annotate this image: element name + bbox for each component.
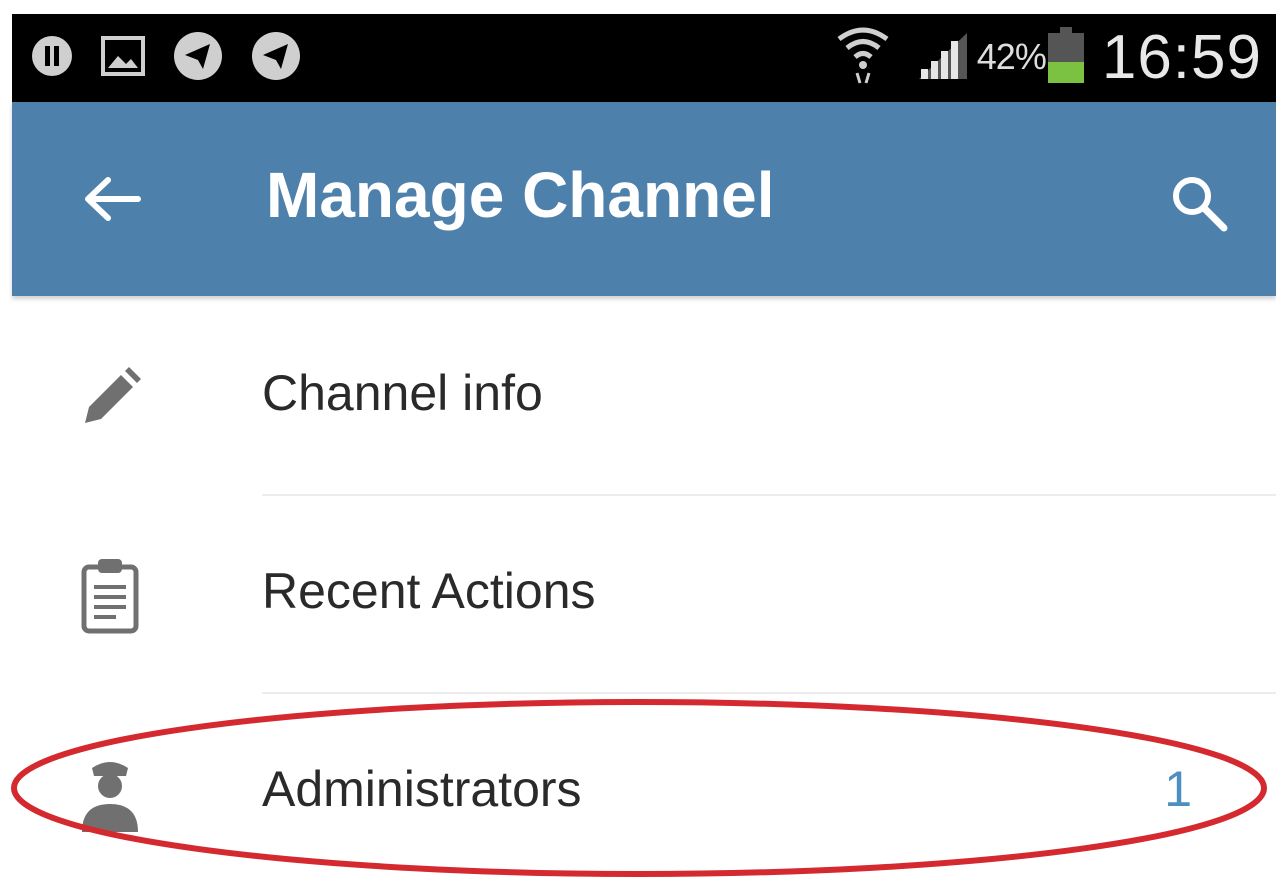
clock: 16:59 [1101,22,1262,92]
wifi-icon [835,25,891,90]
manage-channel-screen: 42% 16:59 Manage Channel Channel info Re… [0,0,1276,882]
page-title: Manage Channel [266,159,775,231]
clipboard-icon [72,556,148,636]
recent-actions-item[interactable]: Recent Actions [12,496,1276,694]
menu-item-label: Administrators [262,761,582,817]
image-icon [100,34,146,83]
status-bar: 42% 16:59 [12,14,1276,102]
battery-percent: 42% [976,36,1047,77]
search-button[interactable] [1160,166,1240,246]
administrators-count: 1 [1164,761,1192,817]
app-bar: Manage Channel [12,102,1276,296]
menu-item-label: Channel info [262,365,543,421]
menu-item-label: Recent Actions [262,563,596,619]
telegram-icon [250,30,302,87]
search-icon [1168,172,1232,241]
channel-info-item[interactable]: Channel info [12,298,1276,496]
administrators-item[interactable]: Administrators 1 [12,694,1276,882]
back-button[interactable] [72,166,152,236]
notification-icons [30,31,302,83]
telegram-icon [172,30,224,87]
battery-icon [1046,25,1086,90]
pencil-icon [72,358,148,438]
pause-circle-icon [30,34,74,83]
system-status: 42% 16:59 [835,22,1262,92]
back-arrow-icon [82,174,142,229]
channel-settings-list: Channel info Recent Actions Administrato… [12,298,1276,882]
admin-badge-icon [72,754,148,834]
signal-icon [915,27,971,88]
